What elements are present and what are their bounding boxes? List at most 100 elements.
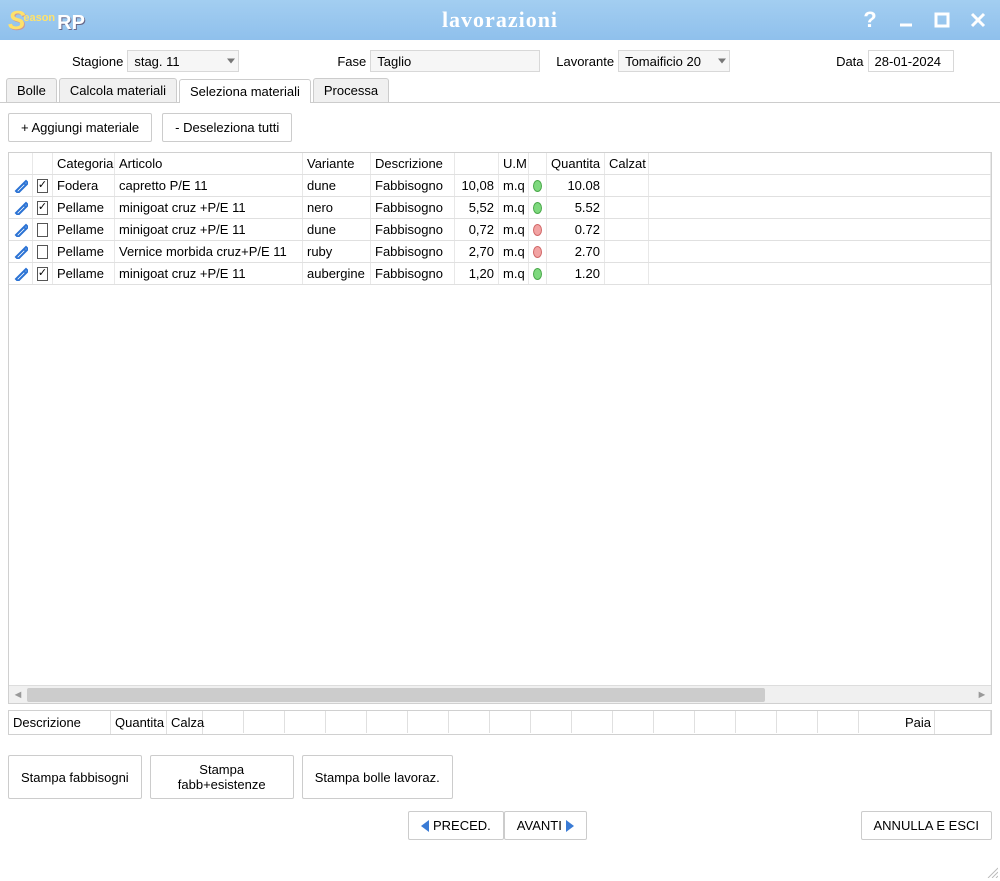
stampa-bolle-lavoraz-button[interactable]: Stampa bolle lavoraz.: [302, 755, 453, 799]
lower-col-descrizione: Descrizione: [9, 711, 111, 734]
edit-icon[interactable]: [14, 201, 28, 215]
row-checkbox[interactable]: [37, 179, 48, 193]
cell-articolo: minigoat cruz +P/E 11: [115, 197, 303, 218]
stagione-value: stag. 11: [134, 54, 179, 69]
fase-label: Fase: [337, 54, 366, 69]
row-checkbox[interactable]: [37, 267, 48, 281]
avanti-button[interactable]: AVANTI: [504, 811, 587, 840]
edit-icon[interactable]: [14, 245, 28, 259]
cell-variante: ruby: [303, 241, 371, 262]
cell-um: m.q: [499, 197, 529, 218]
data-field[interactable]: 28-01-2024: [868, 50, 954, 72]
annulla-esci-button[interactable]: ANNULLA E ESCI: [861, 811, 993, 840]
help-button[interactable]: ?: [856, 6, 884, 34]
stagione-select[interactable]: stag. 11: [127, 50, 239, 72]
col-variante: Variante: [303, 153, 371, 174]
data-label: Data: [836, 54, 863, 69]
lower-col-calza: Calza: [167, 711, 203, 734]
logo-rp: RP: [57, 12, 85, 35]
fase-select[interactable]: Taglio: [370, 50, 540, 72]
cell-descrizione: Fabbisogno: [371, 197, 455, 218]
status-dot: [533, 180, 542, 192]
cell-q: 10,08: [455, 175, 499, 196]
cell-um: m.q: [499, 241, 529, 262]
status-dot: [533, 268, 542, 280]
col-quantita: Quantita: [547, 153, 605, 174]
cell-q: 2,70: [455, 241, 499, 262]
row-checkbox[interactable]: [37, 245, 48, 259]
col-calzat: Calzat: [605, 153, 649, 174]
lavorante-value: Tomaificio 20: [625, 54, 701, 69]
cell-um: m.q: [499, 175, 529, 196]
logo-season: eason: [23, 12, 55, 24]
row-checkbox[interactable]: [37, 223, 48, 237]
preced-button[interactable]: PRECED.: [408, 811, 504, 840]
cell-descrizione: Fabbisogno: [371, 263, 455, 284]
edit-icon[interactable]: [14, 179, 28, 193]
cell-quantita: 1.20: [547, 263, 605, 284]
edit-icon[interactable]: [14, 223, 28, 237]
stampa-fabb-esistenze-button[interactable]: Stampa fabb+esistenze: [150, 755, 294, 799]
cell-variante: dune: [303, 219, 371, 240]
table-row: PellameVernice morbida cruz+P/E 11rubyFa…: [9, 241, 991, 263]
filter-row: Stagione stag. 11 Fase Taglio Lavorante …: [0, 40, 1000, 80]
cell-articolo: minigoat cruz +P/E 11: [115, 263, 303, 284]
status-dot: [533, 224, 542, 236]
cell-categoria: Pellame: [53, 197, 115, 218]
deseleziona-tutti-button[interactable]: - Deseleziona tutti: [162, 113, 292, 142]
row-checkbox[interactable]: [37, 201, 48, 215]
cell-q: 1,20: [455, 263, 499, 284]
lavorante-label: Lavorante: [556, 54, 614, 69]
titlebar: S eason RP lavorazioni ?: [0, 0, 1000, 40]
cell-variante: dune: [303, 175, 371, 196]
stagione-label: Stagione: [72, 54, 123, 69]
tabs: Bolle Calcola materiali Seleziona materi…: [0, 78, 1000, 103]
cell-quantita: 0.72: [547, 219, 605, 240]
cell-categoria: Pellame: [53, 219, 115, 240]
cell-articolo: capretto P/E 11: [115, 175, 303, 196]
materials-grid: Categoria Articolo Variante Descrizione …: [8, 152, 992, 704]
close-button[interactable]: [964, 6, 992, 34]
arrow-left-icon: [421, 820, 429, 832]
tab-seleziona-materiali[interactable]: Seleziona materiali: [179, 79, 311, 103]
cell-articolo: minigoat cruz +P/E 11: [115, 219, 303, 240]
avanti-label: AVANTI: [517, 818, 562, 833]
cell-descrizione: Fabbisogno: [371, 219, 455, 240]
horizontal-scrollbar[interactable]: ◄ ►: [9, 685, 991, 703]
table-row: Pellameminigoat cruz +P/E 11duneFabbisog…: [9, 219, 991, 241]
cell-descrizione: Fabbisogno: [371, 241, 455, 262]
tab-calcola-materiali[interactable]: Calcola materiali: [59, 78, 177, 102]
cell-categoria: Pellame: [53, 263, 115, 284]
arrow-right-icon: [566, 820, 574, 832]
col-articolo: Articolo: [115, 153, 303, 174]
edit-icon[interactable]: [14, 267, 28, 281]
preced-label: PRECED.: [433, 818, 491, 833]
tab-bolle[interactable]: Bolle: [6, 78, 57, 102]
cell-categoria: Fodera: [53, 175, 115, 196]
stampa-fabbisogni-button[interactable]: Stampa fabbisogni: [8, 755, 142, 799]
cell-um: m.q: [499, 263, 529, 284]
cell-q: 5,52: [455, 197, 499, 218]
resize-grip[interactable]: [986, 866, 998, 878]
window-title: lavorazioni: [442, 7, 558, 33]
cell-categoria: Pellame: [53, 241, 115, 262]
cell-quantita: 10.08: [547, 175, 605, 196]
data-value: 28-01-2024: [875, 54, 942, 69]
cell-variante: nero: [303, 197, 371, 218]
lavorante-select[interactable]: Tomaificio 20: [618, 50, 730, 72]
aggiungi-materiale-button[interactable]: + Aggiungi materiale: [8, 113, 152, 142]
lower-col-quantita: Quantita: [111, 711, 167, 734]
app-logo: S eason RP: [8, 5, 85, 36]
tab-processa[interactable]: Processa: [313, 78, 389, 102]
lower-col-paia: Paia: [901, 711, 935, 734]
cell-variante: aubergine: [303, 263, 371, 284]
minimize-button[interactable]: [892, 6, 920, 34]
chevron-down-icon: [227, 59, 235, 64]
cell-um: m.q: [499, 219, 529, 240]
cell-descrizione: Fabbisogno: [371, 175, 455, 196]
table-row: Pellameminigoat cruz +P/E 11neroFabbisog…: [9, 197, 991, 219]
col-categoria: Categoria: [53, 153, 115, 174]
status-dot: [533, 202, 542, 214]
cell-quantita: 2.70: [547, 241, 605, 262]
maximize-button[interactable]: [928, 6, 956, 34]
